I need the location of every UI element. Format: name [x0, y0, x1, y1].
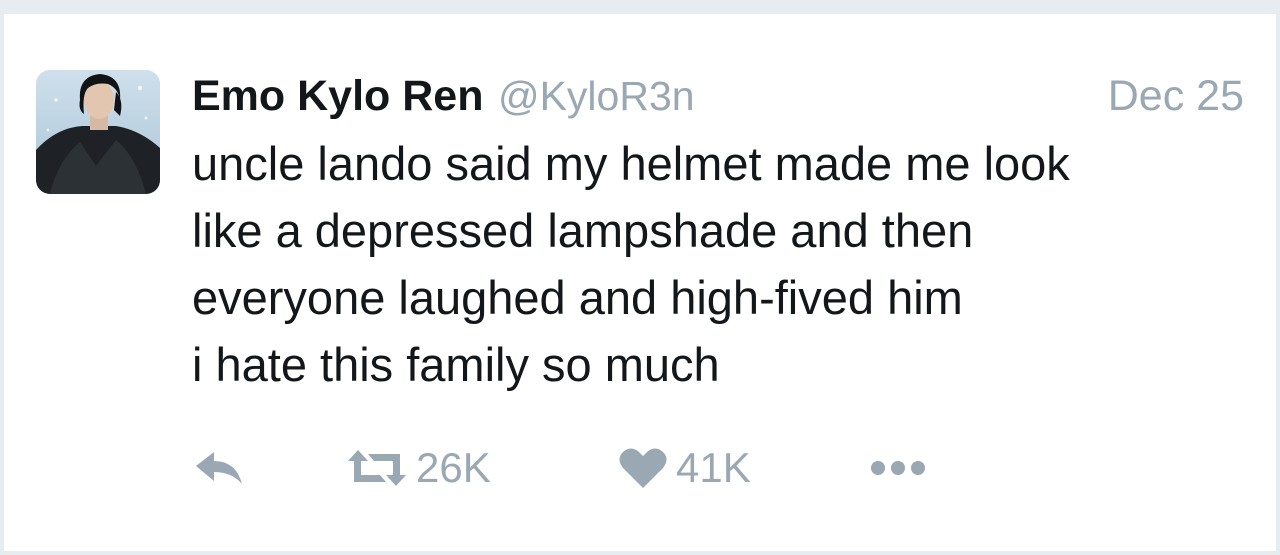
display-name[interactable]: Emo Kylo Ren	[192, 72, 484, 120]
tweet-header: Emo Kylo Ren @KyloR3n	[192, 68, 695, 124]
tweet-text-line: like a depressed lampshade and then	[192, 204, 974, 257]
tweet-text-line: i hate this family so much	[192, 338, 720, 391]
like-button[interactable]: 41K	[618, 440, 751, 496]
retweet-button[interactable]: 26K	[346, 440, 491, 496]
retweet-count: 26K	[416, 444, 491, 491]
heart-icon	[619, 448, 667, 488]
reply-button[interactable]	[192, 440, 248, 496]
more-options-button[interactable]	[868, 440, 928, 496]
reply-icon	[196, 452, 242, 484]
more-dots-icon	[871, 461, 925, 475]
tweet-text-line: everyone laughed and high-fived him	[192, 271, 963, 324]
username-handle[interactable]: @KyloR3n	[498, 73, 695, 119]
tweet-text: uncle lando said my helmet made me look …	[192, 130, 1252, 398]
like-count: 41K	[676, 444, 751, 491]
tweet: Emo Kylo Ren @KyloR3n Dec 25 uncle lando…	[0, 0, 1280, 555]
tweet-date[interactable]: Dec 25	[1108, 68, 1244, 124]
retweet-icon	[348, 450, 406, 486]
avatar[interactable]	[36, 70, 160, 194]
tweet-text-line: uncle lando said my helmet made me look	[192, 137, 1070, 190]
avatar-image	[36, 70, 160, 194]
